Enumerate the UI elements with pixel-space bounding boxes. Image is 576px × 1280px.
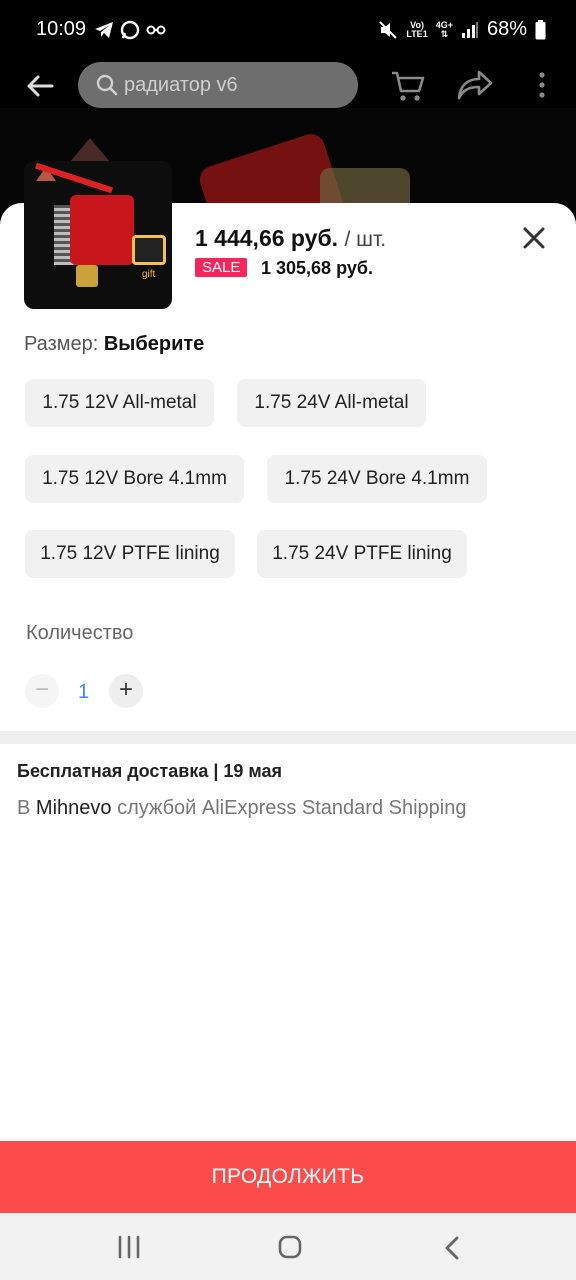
recent-apps-icon[interactable] — [116, 1235, 142, 1259]
home-icon[interactable] — [278, 1235, 302, 1259]
shipping-city: Mihnevo — [35, 797, 112, 819]
gift-label: gift — [142, 269, 156, 280]
quantity-value[interactable]: 1 — [78, 681, 89, 704]
more-options-icon[interactable] — [530, 68, 554, 102]
signal-icon — [461, 21, 478, 38]
size-value: Выберите — [103, 333, 205, 355]
cart-icon[interactable] — [390, 67, 426, 103]
thumbnail-heater-block — [70, 195, 134, 265]
option-chip-12v-bore[interactable]: 1.75 12V Bore 4.1mm — [25, 455, 244, 503]
status-time: 10:09 — [36, 18, 87, 40]
share-icon[interactable] — [457, 68, 493, 102]
network-4g-indicator: 4G+ ⇅ — [435, 19, 453, 39]
quantity-increase-button[interactable]: + — [109, 674, 143, 708]
telegram-icon — [95, 22, 113, 38]
thumbnail-nozzle — [76, 265, 98, 287]
gift-icon — [132, 235, 166, 265]
status-system-icons: Vo) LTE1 4G+ ⇅ 68% — [378, 18, 546, 41]
price-unit: / шт. — [344, 228, 387, 251]
mute-icon — [379, 20, 398, 39]
option-chip-12v-all-metal[interactable]: 1.75 12V All-metal — [25, 379, 214, 427]
sku-selection-sheet: gift 1 444,66 руб. / шт. SALE 1 305,68 р… — [0, 161, 576, 1141]
back-arrow-icon[interactable] — [24, 70, 56, 102]
search-input[interactable]: радиатор v6 — [78, 62, 358, 108]
sale-price: 1 305,68 руб. — [261, 258, 373, 278]
product-thumbnail[interactable]: gift — [24, 161, 172, 309]
product-price: 1 444,66 руб. / шт. — [195, 225, 386, 252]
quantity-label: Количество — [26, 622, 134, 644]
option-chip-24v-bore[interactable]: 1.75 24V Bore 4.1mm — [267, 455, 487, 503]
status-bar: 10:09 Vo) LTE1 4G+ ⇅ 68% — [0, 0, 576, 62]
size-selector-label: Размер: Выберите — [24, 333, 204, 356]
status-notification-icons — [94, 20, 166, 40]
option-chip-12v-ptfe[interactable]: 1.75 12V PTFE lining — [25, 530, 235, 578]
android-navigation-bar — [0, 1213, 576, 1280]
incognito-icon — [146, 25, 166, 35]
shipping-prefix: В — [17, 797, 36, 819]
close-icon[interactable] — [520, 224, 548, 252]
whatsapp-icon — [120, 20, 140, 40]
option-chip-24v-ptfe[interactable]: 1.75 24V PTFE lining — [257, 530, 467, 578]
continue-button[interactable]: ПРОДОЛЖИТЬ — [0, 1141, 576, 1213]
shipping-suffix: службой AliExpress Standard Shipping — [111, 797, 467, 819]
nav-back-icon[interactable] — [442, 1235, 462, 1261]
battery-icon — [535, 19, 546, 39]
brand-logo-shape — [70, 138, 110, 162]
shipping-title: Бесплатная доставка | 19 мая — [17, 761, 282, 781]
option-chip-24v-all-metal[interactable]: 1.75 24V All-metal — [237, 379, 426, 427]
top-app-bar: радиатор v6 — [0, 62, 576, 108]
battery-percent: 68% — [486, 18, 527, 40]
quantity-decrease-button[interactable]: − — [25, 674, 59, 708]
search-icon — [96, 74, 118, 96]
volte-indicator: Vo) LTE1 — [406, 19, 428, 39]
search-placeholder: радиатор v6 — [124, 73, 238, 96]
price-value: 1 444,66 руб. — [195, 225, 339, 251]
size-label: Размер: — [24, 333, 99, 355]
sale-badge: SALE — [195, 258, 248, 277]
shipping-detail[interactable]: В Mihnevo службой AliExpress Standard Sh… — [17, 797, 466, 820]
section-divider — [0, 731, 576, 744]
